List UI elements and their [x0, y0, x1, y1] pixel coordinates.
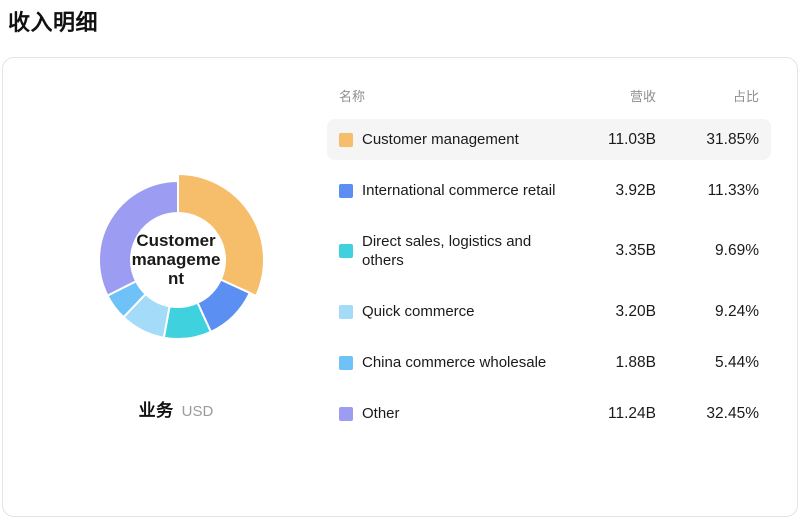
- dimension-name: 业务: [138, 401, 174, 420]
- header-name: 名称: [339, 89, 366, 104]
- row-label: China commerce wholesale: [362, 354, 547, 371]
- chart-dimension-label: 业务 USD: [3, 396, 349, 421]
- row-share: 9.24%: [715, 302, 759, 320]
- row-share: 11.33%: [707, 181, 759, 199]
- legend-swatch: [339, 355, 353, 370]
- row-name-cell: Direct sales, logistics and others: [339, 232, 566, 270]
- row-revenue: 3.92B: [615, 181, 656, 199]
- legend-swatch: [339, 244, 353, 258]
- row-revenue: 1.88B: [615, 353, 656, 371]
- table-row[interactable]: Quick commerce 3.20B 9.24%: [327, 291, 771, 332]
- header-revenue: 营收: [629, 89, 656, 104]
- table-row[interactable]: Other 11.24B 32.45%: [327, 393, 771, 434]
- row-name-cell: Other: [339, 404, 566, 423]
- header-share: 占比: [732, 89, 759, 104]
- legend-table: 名称 营收 占比 Customer management 11.03B 31.85%…: [327, 86, 771, 434]
- row-label: Customer management: [362, 131, 519, 148]
- table-row[interactable]: Direct sales, logistics and others 3.35B 9…: [327, 221, 771, 281]
- table-row[interactable]: International commerce retail 3.92B 11.33%: [327, 170, 771, 211]
- row-name-cell: Quick commerce: [339, 302, 566, 321]
- row-label: International commerce retail: [362, 182, 556, 199]
- table-rows: Customer management 11.03B 31.85% Internati…: [327, 119, 771, 434]
- row-share: 5.44%: [715, 353, 759, 371]
- row-revenue: 3.35B: [615, 242, 656, 259]
- row-name-cell: China commerce wholesale: [339, 353, 566, 372]
- row-share: 31.85%: [706, 130, 759, 148]
- legend-swatch: [339, 183, 353, 198]
- table-row[interactable]: Customer management 11.03B 31.85%: [327, 119, 771, 160]
- row-name-cell: Customer management: [339, 130, 566, 149]
- row-revenue: 3.20B: [615, 302, 656, 320]
- legend-swatch: [339, 304, 353, 319]
- table-header: 名称 营收 占比: [327, 86, 771, 105]
- legend-swatch: [339, 406, 353, 421]
- row-share: 9.69%: [715, 242, 759, 259]
- dimension-unit: USD: [181, 403, 214, 420]
- legend-swatch: [339, 132, 353, 147]
- page-title: 收入明细: [8, 10, 99, 35]
- row-name-cell: International commerce retail: [339, 181, 566, 200]
- table-row[interactable]: China commerce wholesale 1.88B 5.44%: [327, 342, 771, 383]
- row-label: Quick commerce: [362, 303, 475, 320]
- row-revenue: 11.03B: [608, 130, 656, 148]
- row-label: Other: [362, 405, 400, 422]
- revenue-detail-card: Customer management 业务 USD 名称 营收 占比 Custo…: [2, 57, 798, 517]
- donut-center-label: Customer management: [131, 231, 221, 288]
- row-share: 32.45%: [706, 404, 759, 422]
- row-label: Direct sales, logistics and others: [362, 233, 532, 269]
- row-revenue: 11.24B: [608, 404, 656, 422]
